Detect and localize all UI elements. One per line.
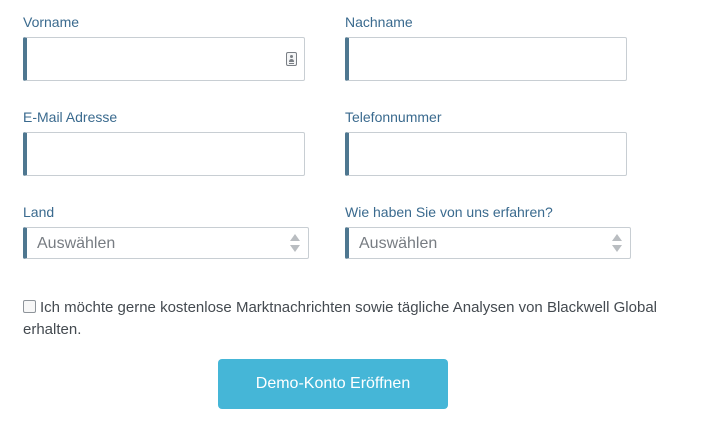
email-input[interactable] bbox=[27, 133, 304, 175]
first-name-field[interactable] bbox=[23, 37, 305, 81]
country-selected-value: Auswählen bbox=[37, 235, 116, 252]
open-demo-account-button[interactable]: Demo-Konto Eröffnen bbox=[218, 359, 448, 409]
contact-card-icon[interactable] bbox=[286, 52, 297, 66]
select-arrows-icon bbox=[612, 234, 622, 254]
phone-input[interactable] bbox=[349, 133, 626, 175]
last-name-label: Nachname bbox=[345, 14, 413, 30]
country-select[interactable]: Auswählen bbox=[23, 227, 309, 259]
referral-selected-value: Auswählen bbox=[359, 235, 438, 252]
newsletter-consent: Ich möchte gerne kostenlose Marktnachric… bbox=[23, 297, 663, 341]
referral-select[interactable]: Auswählen bbox=[345, 227, 631, 259]
demo-account-form: Vorname Nachname E-Mail Adresse Telefonn… bbox=[0, 0, 724, 444]
newsletter-checkbox[interactable] bbox=[23, 300, 36, 313]
first-name-label: Vorname bbox=[23, 14, 80, 30]
last-name-field[interactable] bbox=[345, 37, 627, 81]
first-name-input[interactable] bbox=[27, 38, 304, 80]
referral-label: Wie haben Sie von uns erfahren? bbox=[345, 204, 553, 220]
last-name-input[interactable] bbox=[349, 38, 626, 80]
newsletter-consent-text: Ich möchte gerne kostenlose Marktnachric… bbox=[23, 299, 657, 338]
email-label: E-Mail Adresse bbox=[23, 109, 118, 125]
email-field[interactable] bbox=[23, 132, 305, 176]
phone-label: Telefonnummer bbox=[345, 109, 442, 125]
country-label: Land bbox=[23, 204, 55, 220]
phone-field[interactable] bbox=[345, 132, 627, 176]
select-arrows-icon bbox=[290, 234, 300, 254]
